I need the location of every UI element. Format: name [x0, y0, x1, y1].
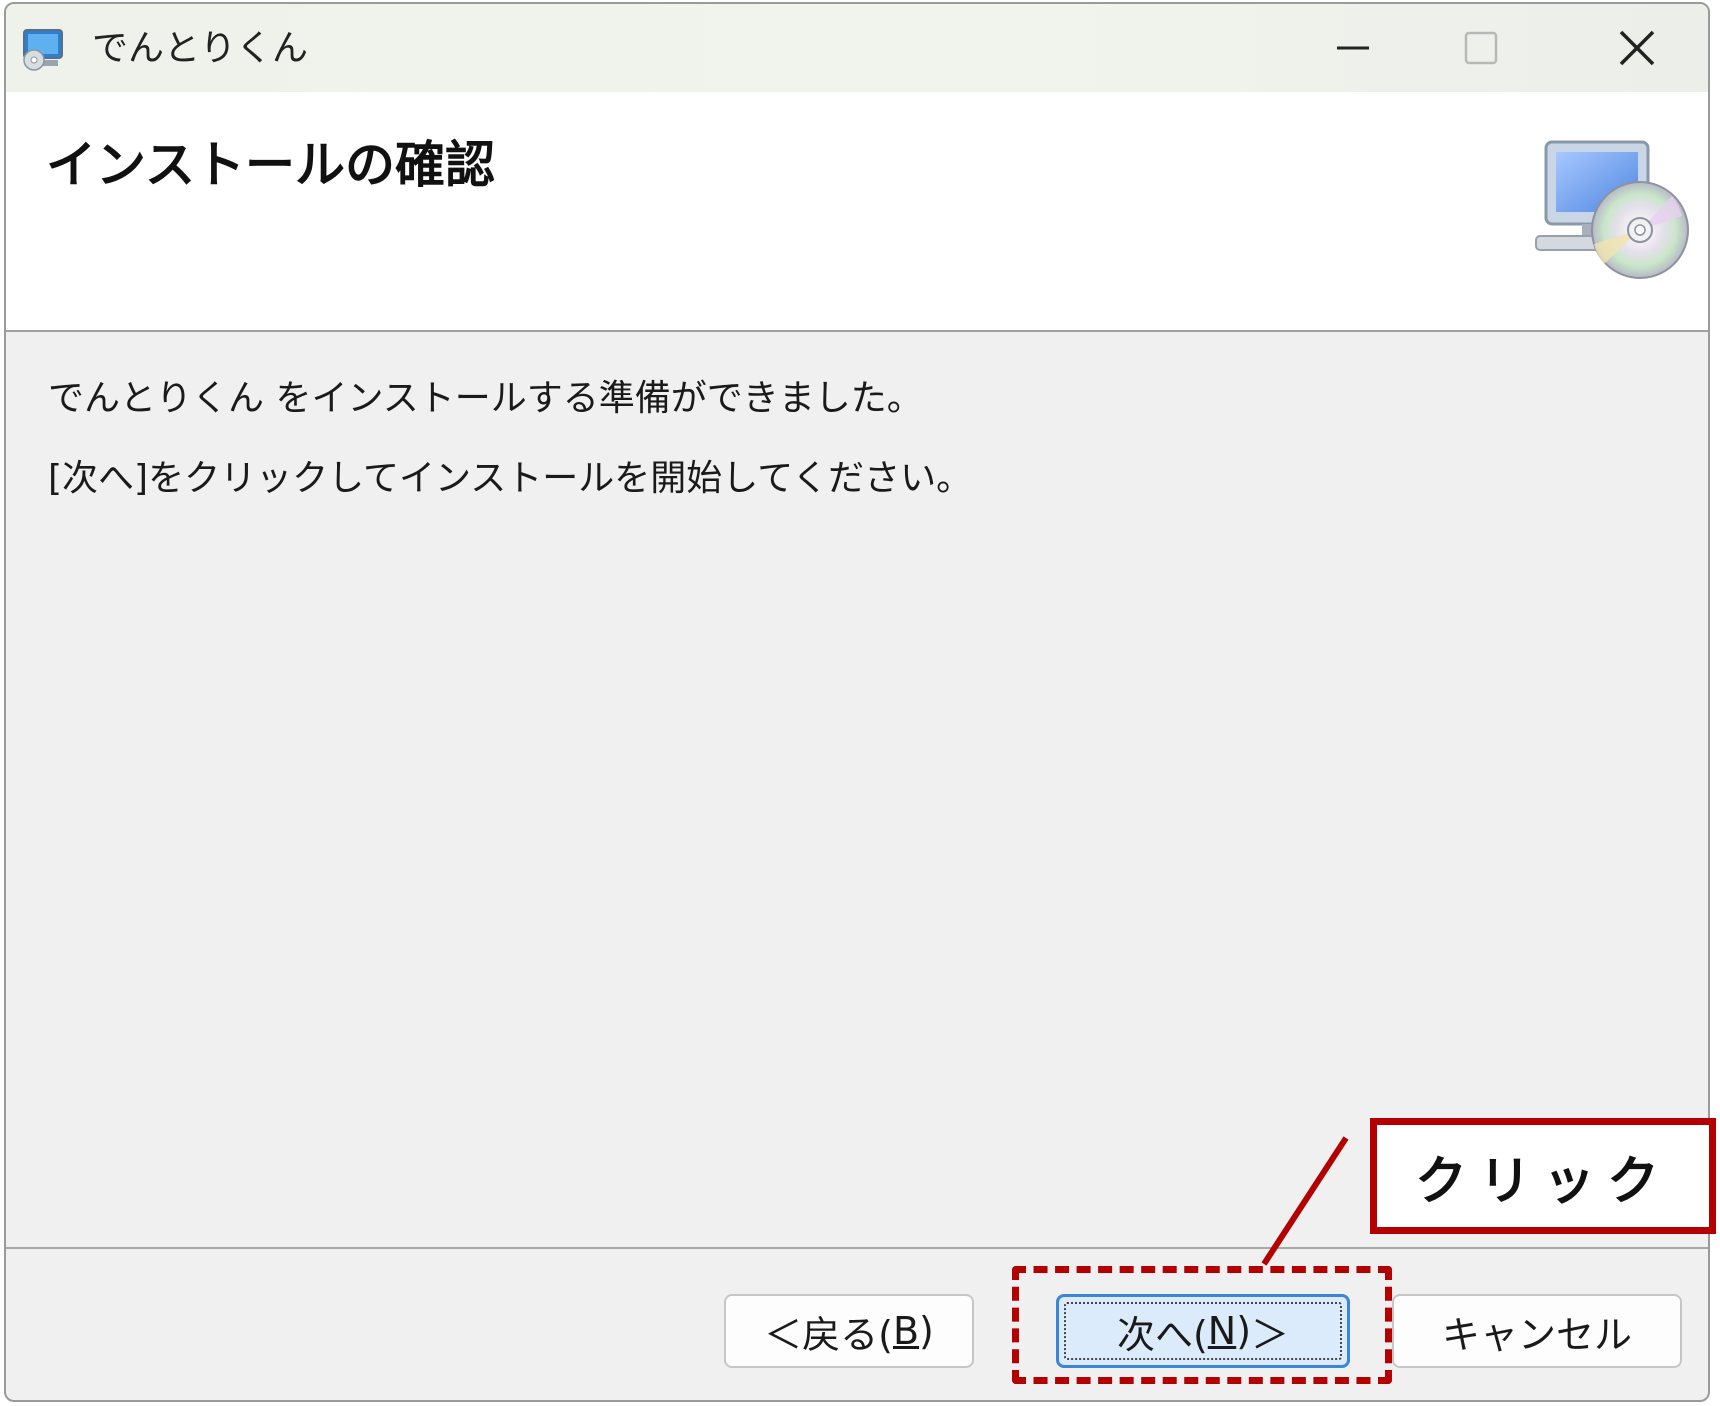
minimize-icon	[1337, 46, 1369, 50]
page-title: インストールの確認	[46, 136, 495, 194]
maximize-button[interactable]	[1406, 4, 1556, 92]
close-icon	[1619, 30, 1655, 66]
ready-message: でんとりくん をインストールする準備ができました。	[48, 378, 923, 419]
title-bar: でんとりくん	[6, 4, 1708, 92]
close-button[interactable]	[1562, 4, 1708, 92]
instruction-message: [次へ]をクリックしてインストールを開始してください。	[48, 458, 973, 499]
back-button[interactable]: ＜ 戻る( B )	[724, 1294, 974, 1368]
highlight-box	[1012, 1266, 1392, 1384]
cancel-button[interactable]: キャンセル	[1392, 1294, 1682, 1368]
window-title: でんとりくん	[92, 28, 309, 69]
content-area: でんとりくん をインストールする準備ができました。 [次へ]をクリックしてインス…	[6, 332, 1708, 1247]
click-callout: クリック	[1370, 1118, 1716, 1234]
back-label-close: )	[919, 1309, 934, 1353]
maximize-icon	[1464, 31, 1498, 65]
computer-cd-icon	[1535, 140, 1689, 279]
back-accesskey: B	[892, 1309, 920, 1353]
footer-divider	[6, 1247, 1708, 1249]
chevron-left-icon: ＜	[764, 1312, 803, 1357]
app-icon	[23, 29, 63, 71]
back-label: 戻る(	[802, 1312, 893, 1357]
header-banner: インストールの確認	[6, 92, 1708, 332]
